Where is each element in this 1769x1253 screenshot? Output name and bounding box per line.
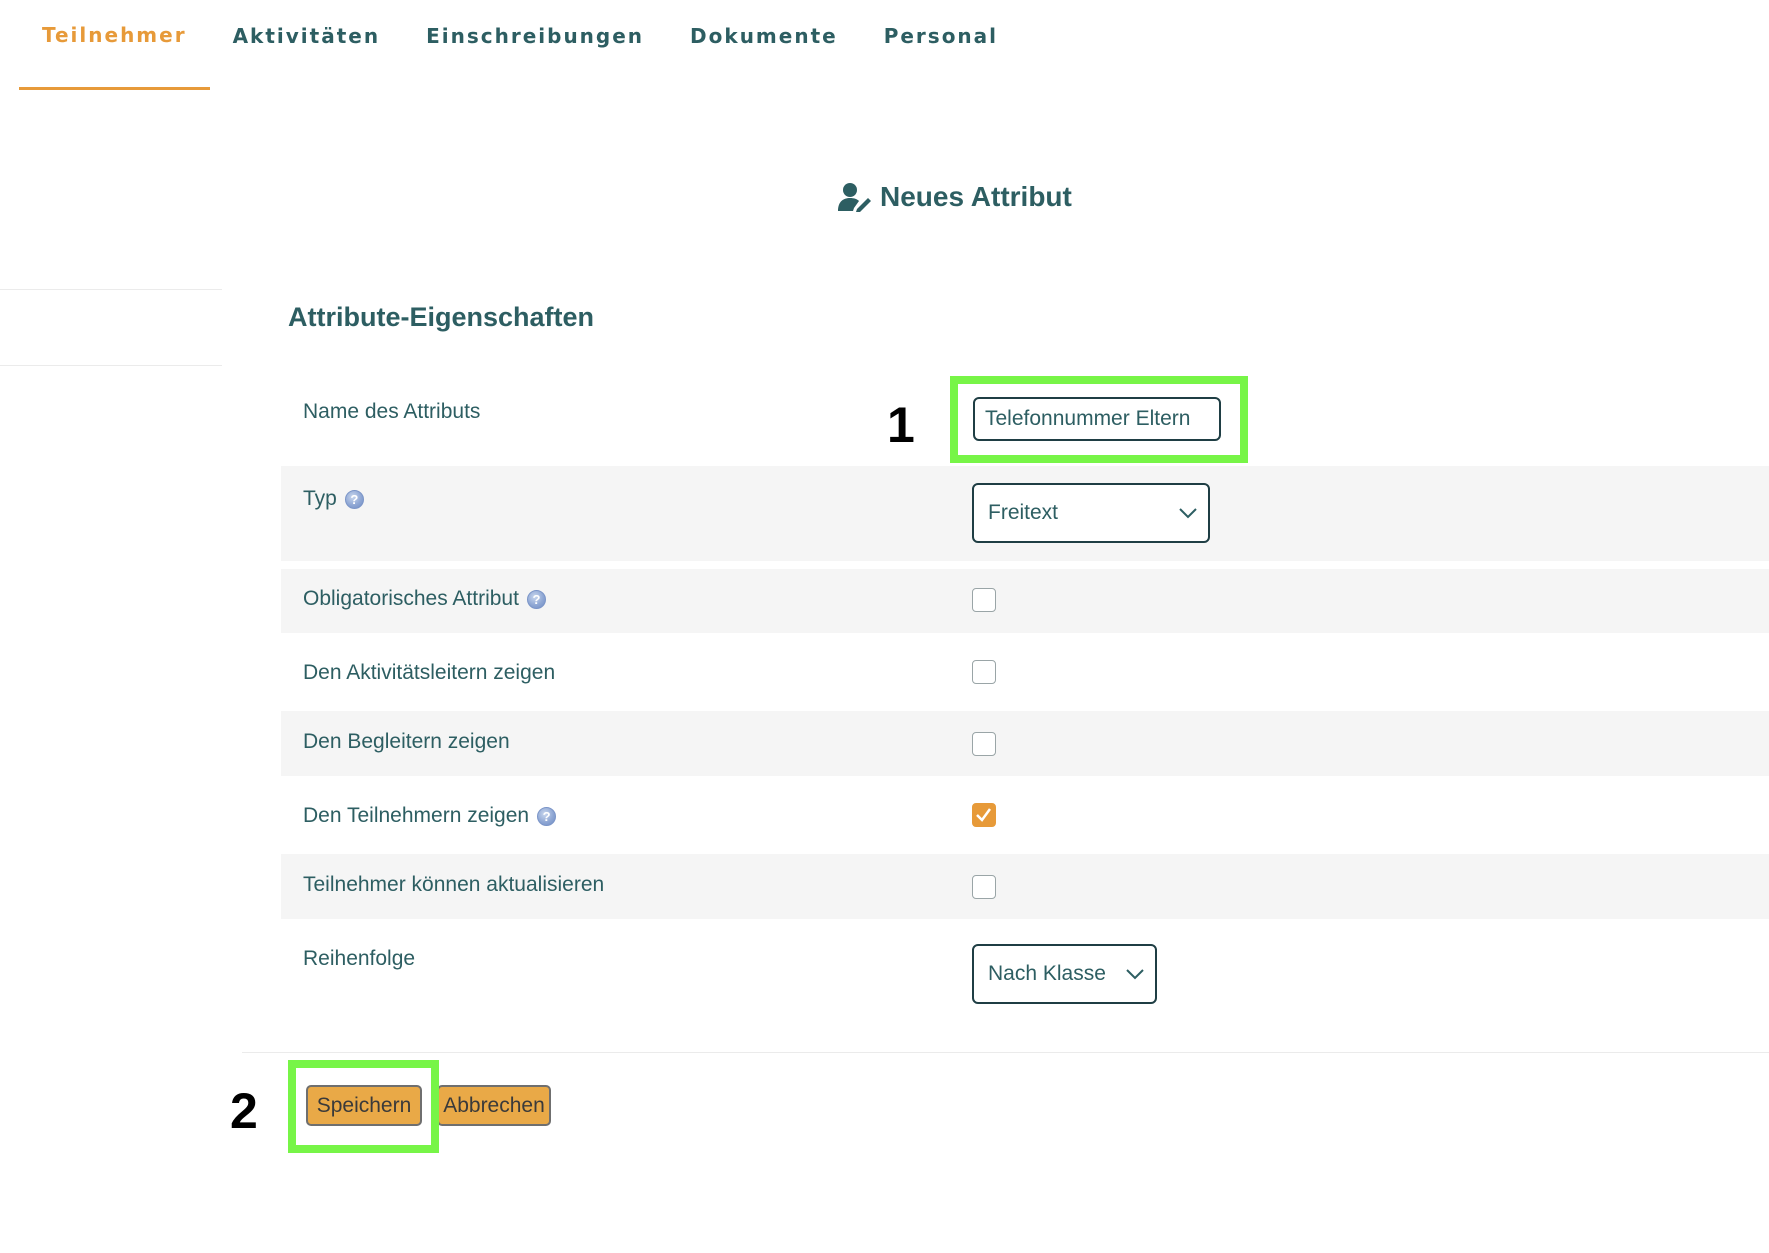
row-participants-update: Teilnehmer können aktualisieren [281,854,1769,919]
order-label-text: Reihenfolge [303,947,416,970]
help-icon[interactable]: ? [526,589,546,609]
tab-dokumente[interactable]: Dokumente [667,0,861,90]
attribute-name-label-text: Name des Attributs [303,400,481,423]
main-tabs: Teilnehmer Aktivitäten Einschreibungen D… [19,0,1021,92]
show-participants-checkbox[interactable] [972,803,996,827]
tab-teilnehmer[interactable]: Teilnehmer [19,0,210,90]
row-show-companions: Den Begleitern zeigen [281,711,1769,776]
show-leaders-checkbox[interactable] [972,660,996,684]
chevron-down-icon [1126,969,1144,980]
show-companions-checkbox[interactable] [972,732,996,756]
row-mandatory: Obligatorisches Attribut ? [281,569,1769,633]
mandatory-label: Obligatorisches Attribut ? [303,587,546,611]
show-participants-label-text: Den Teilnehmern zeigen [303,804,530,827]
participants-update-label: Teilnehmer können aktualisieren [303,873,604,897]
tab-aktivitaeten[interactable]: Aktivitäten [210,0,404,90]
user-edit-icon [838,183,871,212]
attribute-name-input[interactable] [973,397,1221,441]
page-title-text: Neues Attribut [880,181,1072,212]
order-select[interactable]: Nach Klasse [972,944,1157,1004]
help-icon[interactable]: ? [344,489,364,509]
checkmark-icon [976,808,992,822]
page: Teilnehmer Aktivitäten Einschreibungen D… [0,0,1769,1253]
show-leaders-label: Den Aktivitätsleitern zeigen [303,661,555,685]
row-show-leaders: Den Aktivitätsleitern zeigen [281,633,1769,711]
show-participants-label: Den Teilnehmern zeigen ? [303,804,557,828]
form-footer-divider [242,1052,1769,1053]
chevron-down-icon [1179,508,1197,519]
cancel-button[interactable]: Abbrechen [437,1085,551,1126]
help-icon[interactable]: ? [537,806,557,826]
row-show-participants: Den Teilnehmern zeigen ? [281,776,1769,854]
sidebar-divider [0,289,222,290]
callout-number-1: 1 [887,397,915,453]
mandatory-checkbox[interactable] [972,588,996,612]
participants-update-checkbox[interactable] [972,875,996,899]
section-heading: Attribute-Eigenschaften [288,302,595,332]
type-select-value: Freitext [988,501,1059,524]
show-leaders-label-text: Den Aktivitätsleitern zeigen [303,661,556,684]
page-title: Neues Attribut [838,181,1072,213]
mandatory-label-text: Obligatorisches Attribut [303,587,519,610]
participants-update-label-text: Teilnehmer können aktualisieren [303,873,605,896]
attribute-name-label: Name des Attributs [303,400,480,424]
callout-number-2: 2 [230,1083,258,1139]
save-button[interactable]: Speichern [306,1085,422,1126]
show-companions-label-text: Den Begleitern zeigen [303,730,510,753]
order-label: Reihenfolge [303,947,415,971]
tab-einschreibungen[interactable]: Einschreibungen [403,0,667,90]
type-select[interactable]: Freitext [972,483,1210,543]
tab-personal[interactable]: Personal [861,0,1021,90]
type-label-text: Typ [303,487,337,510]
sidebar-divider [0,365,222,366]
show-companions-label: Den Begleitern zeigen [303,730,510,754]
type-label: Typ ? [303,487,364,511]
order-select-value: Nach Klasse [988,962,1106,985]
